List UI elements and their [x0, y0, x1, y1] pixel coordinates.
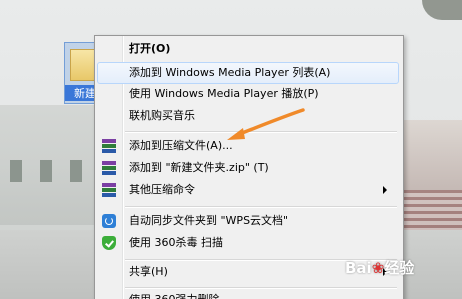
winrar-icon: [102, 161, 116, 175]
watermark-text: Bai: [345, 259, 372, 277]
menu-item-label: 联机购买音乐: [129, 109, 195, 122]
menu-item-scan-360[interactable]: 使用 360杀毒 扫描: [97, 232, 399, 254]
watermark-suffix: 经验: [384, 259, 415, 277]
menu-item-label: 使用 Windows Media Player 播放(P): [129, 87, 319, 100]
menu-item-label: 添加到 "新建文件夹.zip" (T): [129, 161, 269, 174]
menu-item-label: 其他压缩命令: [129, 183, 195, 196]
menu-separator: [125, 206, 397, 208]
menu-item-other-compress-commands[interactable]: 其他压缩命令: [97, 179, 399, 201]
menu-item-label: 使用 360强力删除: [129, 289, 220, 299]
menu-item-sync-wps-cloud[interactable]: 自动同步文件夹到 "WPS云文档": [97, 210, 399, 232]
submenu-arrow-icon: [383, 186, 387, 194]
winrar-icon: [102, 139, 116, 153]
background-window: [70, 160, 82, 182]
menu-item-label: 添加到压缩文件(A)...: [129, 139, 233, 152]
menu-item-add-to-zip[interactable]: 添加到 "新建文件夹.zip" (T): [97, 157, 399, 179]
menu-item-open[interactable]: 打开(O): [97, 38, 399, 60]
background-window: [10, 160, 22, 182]
menu-item-360-force-delete[interactable]: 使用 360强力删除: [97, 289, 399, 299]
shield-icon: [102, 236, 116, 250]
baidu-watermark: Bai❀经验: [345, 257, 414, 278]
background-roof: [400, 190, 462, 230]
winrar-icon: [102, 183, 116, 197]
menu-item-add-to-wmp-list[interactable]: 添加到 Windows Media Player 列表(A): [97, 62, 399, 84]
sync-icon: [102, 214, 116, 228]
menu-item-label: 共享(H): [129, 265, 168, 278]
background-tree: [422, 0, 462, 20]
paw-icon: ❀: [371, 259, 385, 277]
menu-item-label: 自动同步文件夹到 "WPS云文档": [129, 214, 289, 227]
menu-item-play-with-wmp[interactable]: 使用 Windows Media Player 播放(P): [97, 83, 399, 105]
annotation-arrow-icon: [227, 108, 305, 140]
background-window: [40, 160, 52, 182]
menu-item-label: 添加到 Windows Media Player 列表(A): [129, 66, 331, 79]
menu-item-label: 使用 360杀毒 扫描: [129, 236, 223, 249]
menu-item-label: 打开(O): [129, 42, 171, 55]
